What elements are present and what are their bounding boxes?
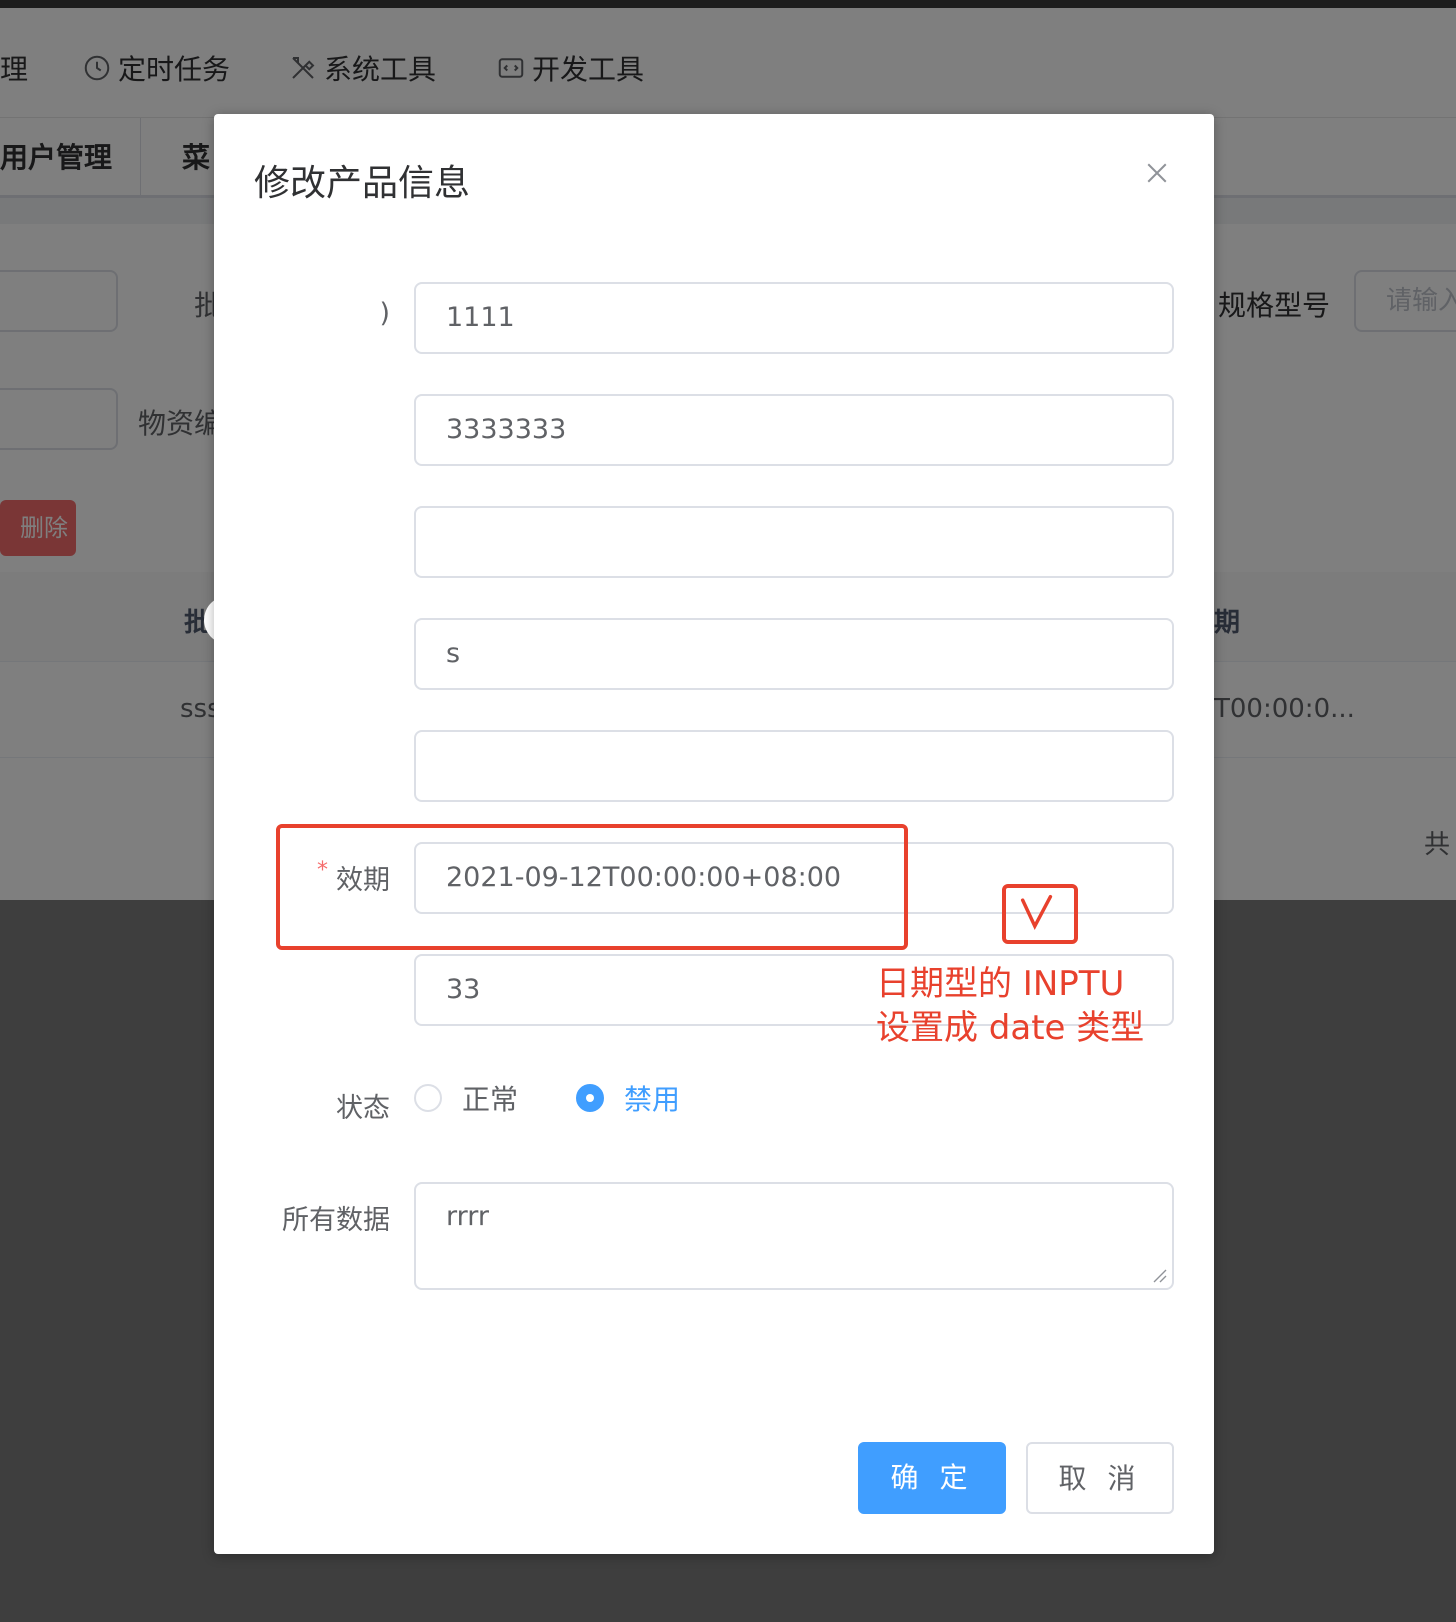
field-label-1: )	[379, 298, 390, 329]
radio-circle-checked	[576, 1084, 604, 1112]
annotation-checkmark-box	[1002, 884, 1078, 944]
check-mark-icon	[1020, 894, 1053, 931]
annotation-line-2: 设置成 date 类型	[876, 1008, 1145, 1048]
status-label: 状态	[336, 1093, 390, 1124]
radio-label: 正常	[462, 1083, 519, 1116]
status-radio-disabled[interactable]: 禁用	[576, 1078, 680, 1118]
resize-handle-icon[interactable]	[1150, 1266, 1168, 1284]
field-input-5[interactable]	[414, 730, 1174, 802]
radio-label: 禁用	[624, 1083, 681, 1116]
annotation-note: 日期型的 INPTU 设置成 date 类型	[876, 962, 1144, 1050]
all-data-textarea[interactable]: rrrr	[414, 1182, 1174, 1290]
field-input-1[interactable]: 1111	[414, 282, 1174, 354]
field-input-2[interactable]: 3333333	[414, 394, 1174, 466]
all-data-value: rrrr	[446, 1201, 489, 1232]
all-data-label: 所有数据	[282, 1205, 390, 1236]
field-input-3[interactable]	[414, 506, 1174, 578]
annotation-line-1: 日期型的 INPTU	[876, 964, 1125, 1004]
dialog-title: 修改产品信息	[254, 163, 471, 204]
radio-circle	[414, 1084, 442, 1112]
confirm-button[interactable]: 确 定	[858, 1442, 1006, 1514]
cancel-button[interactable]: 取 消	[1026, 1442, 1174, 1514]
field-input-4[interactable]: s	[414, 618, 1174, 690]
status-radio-normal[interactable]: 正常	[414, 1078, 518, 1118]
annotation-highlight-box	[276, 824, 908, 950]
close-icon[interactable]	[1142, 158, 1172, 188]
